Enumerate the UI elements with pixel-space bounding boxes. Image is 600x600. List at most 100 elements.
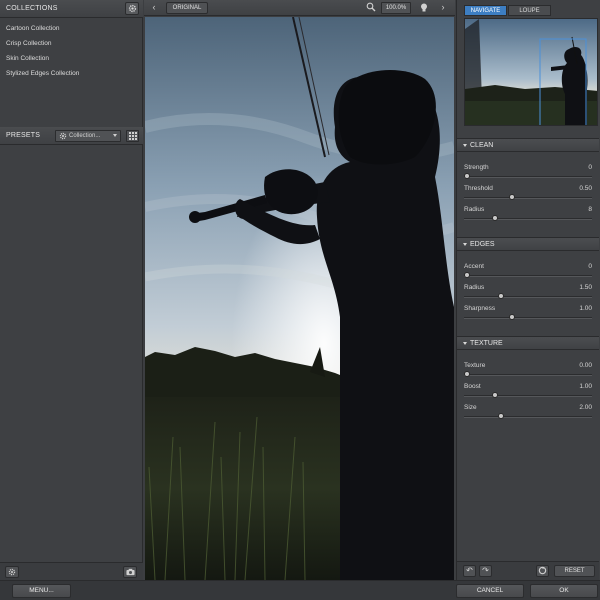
chevron-right-icon: › <box>441 2 445 12</box>
threshold-slider[interactable]: Threshold 0.50 <box>464 185 592 206</box>
left-panel-footer <box>0 562 143 580</box>
slider-knob[interactable] <box>498 293 505 299</box>
edge-radius-slider[interactable]: Radius 1.50 <box>464 284 592 305</box>
slider-value[interactable]: 8 <box>588 206 592 213</box>
slider-label: Sharpness <box>464 305 496 312</box>
slider-label: Boost <box>464 383 481 390</box>
slider-knob[interactable] <box>464 173 470 179</box>
slider-knob[interactable] <box>509 194 516 200</box>
chevron-down-icon <box>463 243 467 246</box>
slider-track[interactable] <box>464 296 592 298</box>
slider-track[interactable] <box>464 176 592 178</box>
collections-settings-button[interactable] <box>125 2 139 15</box>
texture-slider[interactable]: Texture 0.00 <box>464 362 592 383</box>
slider-value[interactable]: 0.00 <box>579 362 592 369</box>
collection-item[interactable]: Crisp Collection <box>6 39 79 54</box>
collapse-left-button[interactable]: ‹ <box>148 2 160 14</box>
presets-collection-select[interactable]: Collection... <box>55 130 121 142</box>
slider-knob[interactable] <box>464 272 470 278</box>
reset-button[interactable]: RESET <box>554 565 595 577</box>
slider-label: Size <box>464 404 477 411</box>
gear-icon <box>128 4 137 13</box>
slider-knob[interactable] <box>492 215 499 221</box>
left-panel: COLLECTIONS Cartoon Collection Crisp Col… <box>0 0 143 580</box>
slider-value[interactable]: 1.00 <box>579 305 592 312</box>
undo-button[interactable]: ↶ <box>463 565 476 577</box>
violinist-photo <box>145 17 454 580</box>
collection-item[interactable]: Stylized Edges Collection <box>6 69 79 84</box>
slider-label: Radius <box>464 206 485 213</box>
slider-value[interactable]: 0 <box>588 164 592 171</box>
sharpness-slider[interactable]: Sharpness 1.00 <box>464 305 592 326</box>
collection-item[interactable]: Cartoon Collection <box>6 24 79 39</box>
slider-track[interactable] <box>464 197 592 199</box>
presets-title: PRESETS <box>6 132 41 139</box>
original-toggle-button[interactable]: ORIGINAL <box>166 2 208 14</box>
app-window: COLLECTIONS Cartoon Collection Crisp Col… <box>0 0 600 600</box>
slider-track[interactable] <box>464 218 592 220</box>
collections-list: Cartoon Collection Crisp Collection Skin… <box>6 24 79 84</box>
slider-knob[interactable] <box>509 314 516 320</box>
slider-track[interactable] <box>464 374 592 376</box>
cancel-button[interactable]: CANCEL <box>456 584 524 598</box>
grid-view-button[interactable] <box>126 130 139 142</box>
reset-icon <box>538 566 547 575</box>
accent-slider[interactable]: Accent 0 <box>464 263 592 284</box>
zoom-level-field[interactable]: 100.0% <box>381 2 411 14</box>
slider-track[interactable] <box>464 275 592 277</box>
menu-button[interactable]: MENU... <box>12 584 71 598</box>
presets-select-label: Collection... <box>69 133 101 139</box>
slider-knob[interactable] <box>498 413 505 419</box>
section-clean-header[interactable]: CLEAN <box>457 138 599 152</box>
chevron-down-icon <box>113 134 117 137</box>
size-slider[interactable]: Size 2.00 <box>464 404 592 425</box>
slider-value[interactable]: 2.00 <box>579 404 592 411</box>
save-preset-button[interactable] <box>123 566 137 578</box>
reset-all-button[interactable] <box>536 565 549 577</box>
boost-slider[interactable]: Boost 1.00 <box>464 383 592 404</box>
section-edges-header[interactable]: EDGES <box>457 237 599 251</box>
undo-icon: ↶ <box>466 566 473 575</box>
radius-slider[interactable]: Radius 8 <box>464 206 592 227</box>
bottom-bar: MENU... CANCEL OK <box>0 580 600 600</box>
tab-loupe[interactable]: LOUPE <box>508 5 551 16</box>
presets-header: PRESETS Collection... <box>0 127 143 145</box>
section-texture-header[interactable]: TEXTURE <box>457 336 599 350</box>
redo-icon: ↷ <box>482 566 489 575</box>
slider-value[interactable]: 1.00 <box>579 383 592 390</box>
slider-value[interactable]: 0 <box>588 263 592 270</box>
collections-title: COLLECTIONS <box>6 5 58 12</box>
section-title: EDGES <box>470 241 495 248</box>
strength-slider[interactable]: Strength 0 <box>464 164 592 185</box>
navigator-image <box>465 19 597 125</box>
slider-track[interactable] <box>464 317 592 319</box>
slider-value[interactable]: 1.50 <box>579 284 592 291</box>
navigator-thumbnail[interactable] <box>464 18 598 126</box>
slider-knob[interactable] <box>464 371 470 377</box>
chevron-down-icon <box>463 144 467 147</box>
image-preview[interactable] <box>145 17 454 580</box>
slider-label: Radius <box>464 284 485 291</box>
slider-track[interactable] <box>464 395 592 397</box>
slider-label: Accent <box>464 263 484 270</box>
lightbulb-button[interactable] <box>419 2 431 14</box>
tab-navigate[interactable]: NAVIGATE <box>464 5 507 16</box>
slider-track[interactable] <box>464 416 592 418</box>
slider-label: Threshold <box>464 185 493 192</box>
zoom-icon[interactable] <box>366 2 376 12</box>
slider-knob[interactable] <box>492 392 499 398</box>
gear-icon <box>59 132 67 140</box>
collections-header: COLLECTIONS <box>0 0 143 18</box>
collection-item[interactable]: Skin Collection <box>6 54 79 69</box>
lightbulb-icon <box>421 3 427 12</box>
ok-button[interactable]: OK <box>530 584 598 598</box>
slider-value[interactable]: 0.50 <box>579 185 592 192</box>
right-panel-footer: ↶ ↷ RESET <box>457 561 599 580</box>
slider-label: Texture <box>464 362 486 369</box>
collapse-right-button[interactable]: › <box>437 2 449 14</box>
redo-button[interactable]: ↷ <box>479 565 492 577</box>
preset-settings-button[interactable] <box>5 566 19 578</box>
grid-icon <box>129 132 137 140</box>
gear-icon <box>8 568 16 576</box>
right-panel: NAVIGATE LOUPE CLEAN Strength 0 Threshol… <box>456 0 600 580</box>
